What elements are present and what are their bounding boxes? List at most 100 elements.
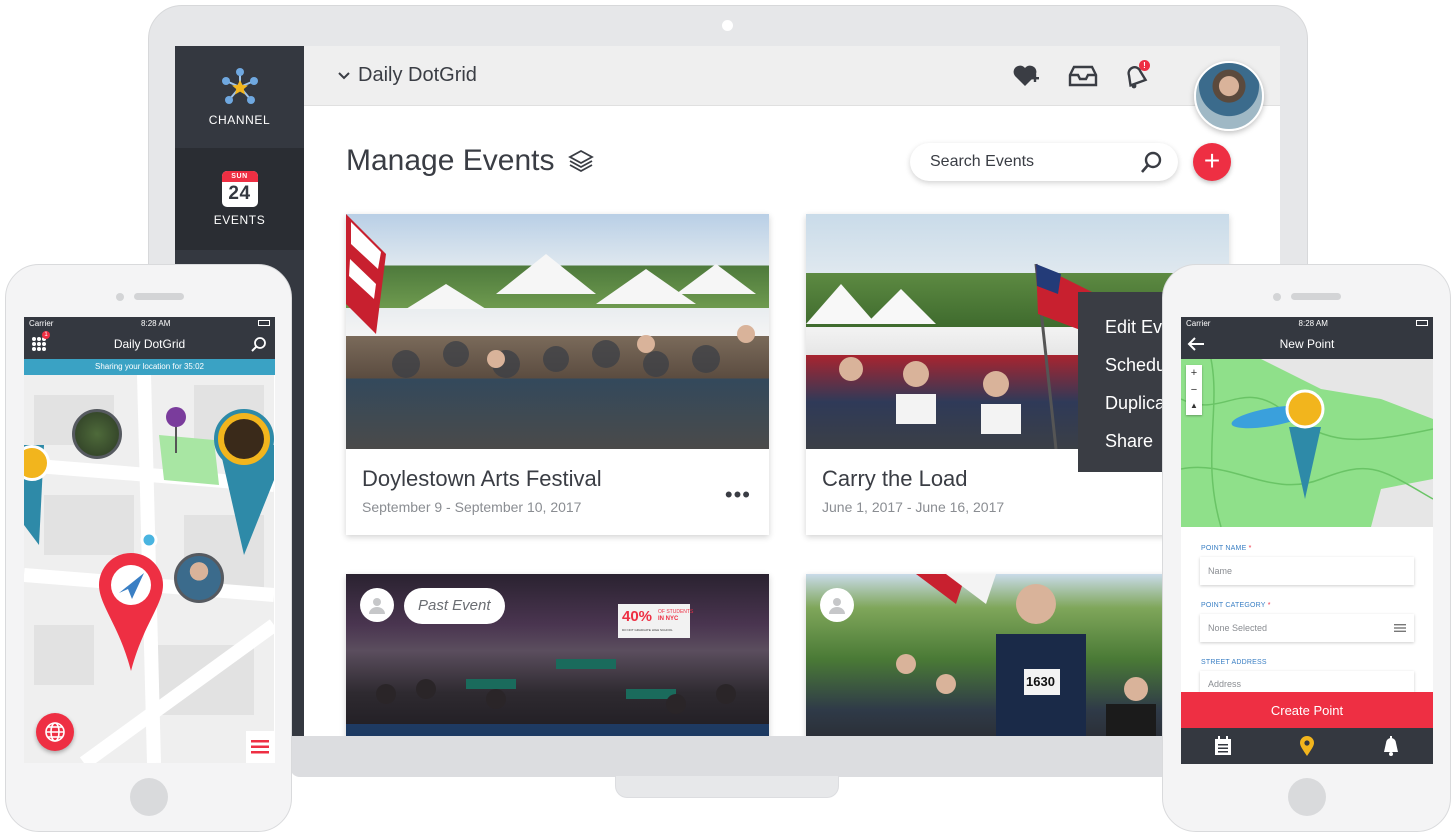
globe-icon bbox=[45, 722, 65, 742]
page-title-text: Manage Events bbox=[346, 144, 555, 177]
bunting-graphic bbox=[916, 574, 996, 604]
search-icon[interactable] bbox=[251, 336, 267, 352]
map-view[interactable] bbox=[24, 375, 274, 763]
event-title: Carry the Load bbox=[822, 466, 968, 491]
sidebar-item-channel[interactable]: CHANNEL bbox=[175, 46, 304, 148]
compass-icon[interactable]: ▲ bbox=[1186, 398, 1202, 414]
bell-icon[interactable] bbox=[1382, 736, 1400, 756]
zoom-controls: + − ▲ bbox=[1186, 365, 1202, 415]
carrier: Carrier bbox=[29, 318, 54, 328]
phone-home-button[interactable] bbox=[130, 778, 168, 816]
person-pin-marker[interactable] bbox=[174, 553, 224, 603]
channel-name: Daily DotGrid bbox=[358, 64, 477, 86]
more-options-icon[interactable]: ••• bbox=[725, 482, 751, 508]
banner-percent: 40% bbox=[622, 608, 653, 625]
user-icon bbox=[369, 598, 385, 614]
status-time: 8:28 AM bbox=[141, 318, 171, 328]
device-mockup: CHANNEL SUN 24 EVENTS Daily DotGrid ! Ma… bbox=[0, 0, 1455, 836]
back-arrow-icon[interactable] bbox=[1187, 337, 1205, 351]
zoom-in-button[interactable]: + bbox=[1186, 365, 1202, 382]
brewery-logo-icon bbox=[224, 419, 264, 459]
inbox-icon[interactable] bbox=[1067, 62, 1099, 90]
laptop-foot bbox=[615, 776, 839, 798]
status-time: 8:28 AM bbox=[1298, 318, 1328, 328]
calendar-date: 24 bbox=[228, 183, 251, 204]
street-address-placeholder: Address bbox=[1208, 679, 1242, 689]
banner-line1: OF STUDENTS bbox=[658, 609, 694, 615]
battery-icon bbox=[258, 320, 270, 326]
user-icon bbox=[829, 598, 845, 614]
flag-graphic bbox=[346, 214, 386, 334]
add-event-button[interactable]: + bbox=[1193, 143, 1231, 181]
banner-small: DO NOT GRADUATE HIGH SCHOOL bbox=[622, 628, 673, 632]
banner-graphic: 40% OF STUDENTS IN NYC DO NOT GRADUATE H… bbox=[620, 606, 694, 638]
sidebar-item-label: EVENTS bbox=[213, 213, 266, 227]
street-address-field[interactable]: Address bbox=[1200, 671, 1414, 692]
location-share-banner: Sharing your location for 35:02 bbox=[24, 359, 275, 375]
calendar-icon: SUN 24 bbox=[221, 171, 258, 207]
phone-speaker bbox=[134, 293, 184, 300]
menu-item-share[interactable]: Share bbox=[1105, 431, 1153, 452]
carrier: Carrier bbox=[1186, 318, 1211, 328]
host-avatar[interactable] bbox=[360, 588, 394, 622]
phone-right: Carrier 8:28 AM New Point + − ▲ POINT NA… bbox=[1162, 264, 1451, 832]
search-placeholder: Search Events bbox=[930, 153, 1035, 170]
event-photo-festival bbox=[346, 214, 769, 449]
event-title: Doylestown Arts Festival bbox=[362, 466, 602, 491]
event-dates: September 9 - September 10, 2017 bbox=[362, 499, 582, 515]
laptop-screen: CHANNEL SUN 24 EVENTS Daily DotGrid ! Ma… bbox=[175, 46, 1280, 736]
notification-badge: ! bbox=[1139, 60, 1150, 71]
hamburger-icon bbox=[251, 740, 269, 754]
chevron-down-icon bbox=[338, 69, 350, 83]
bell-icon[interactable]: ! bbox=[1120, 60, 1152, 90]
phone-right-screen: Carrier 8:28 AM New Point + − ▲ POINT NA… bbox=[1181, 317, 1433, 764]
page-title: Manage Events bbox=[346, 144, 595, 178]
user-avatar[interactable] bbox=[1194, 61, 1264, 131]
calendar-day: SUN bbox=[221, 171, 258, 182]
app-bar: 1 Daily DotGrid bbox=[24, 329, 275, 359]
battery-icon bbox=[1416, 320, 1428, 326]
street-address-label: STREET ADDRESS bbox=[1201, 659, 1267, 666]
point-category-select[interactable]: None Selected bbox=[1200, 614, 1414, 642]
menu-item-edit[interactable]: Edit Ev bbox=[1105, 317, 1162, 338]
laptop-camera bbox=[722, 20, 733, 31]
menu-item-duplicate[interactable]: Duplica bbox=[1105, 393, 1165, 414]
channel-selector[interactable]: Daily DotGrid bbox=[338, 64, 477, 87]
search-events-input[interactable]: Search Events bbox=[910, 143, 1178, 181]
brewery-pin-marker[interactable] bbox=[214, 409, 274, 469]
sidebar-item-events[interactable]: SUN 24 EVENTS bbox=[175, 148, 304, 250]
location-pin-icon[interactable] bbox=[1299, 736, 1315, 756]
sidebar-item-label: CHANNEL bbox=[208, 113, 271, 127]
status-bar: Carrier 8:28 AM bbox=[1181, 317, 1433, 329]
point-name-field[interactable]: Name bbox=[1200, 557, 1414, 585]
bottom-tab-bar bbox=[1181, 728, 1433, 764]
event-card[interactable]: 40% OF STUDENTS IN NYC DO NOT GRADUATE H… bbox=[346, 574, 769, 736]
host-avatar[interactable] bbox=[820, 588, 854, 622]
event-card[interactable]: Doylestown Arts Festival September 9 - S… bbox=[346, 214, 769, 535]
layers-icon[interactable] bbox=[568, 148, 595, 174]
point-category-value: None Selected bbox=[1208, 623, 1268, 633]
app-title: New Point bbox=[1279, 337, 1335, 351]
status-bar: Carrier 8:28 AM bbox=[24, 317, 275, 329]
phone-left: Carrier 8:28 AM 1 Daily DotGrid Sharing … bbox=[5, 264, 292, 832]
phone-home-button[interactable] bbox=[1288, 778, 1326, 816]
point-category-label: POINT CATEGORY * bbox=[1201, 602, 1271, 609]
race-bib: 1630 bbox=[1026, 674, 1055, 689]
event-dates: June 1, 2017 - June 16, 2017 bbox=[822, 499, 1005, 515]
create-point-button[interactable]: Create Point bbox=[1181, 692, 1433, 728]
search-icon[interactable] bbox=[1140, 150, 1164, 174]
phone-speaker bbox=[1291, 293, 1341, 300]
point-name-placeholder: Name bbox=[1208, 566, 1233, 576]
app-title: Daily DotGrid bbox=[113, 337, 186, 351]
zoom-out-button[interactable]: − bbox=[1186, 382, 1202, 398]
globe-button[interactable] bbox=[36, 713, 74, 751]
calendar-list-icon[interactable] bbox=[1214, 736, 1232, 756]
map-view[interactable]: + − ▲ bbox=[1181, 359, 1433, 527]
past-event-badge: Past Event bbox=[404, 588, 505, 624]
photo-pin-marker[interactable] bbox=[72, 409, 122, 459]
menu-button[interactable] bbox=[246, 731, 274, 763]
heart-add-icon[interactable] bbox=[1010, 62, 1042, 90]
app-bar: New Point bbox=[1181, 329, 1433, 359]
apps-grid-icon[interactable] bbox=[32, 337, 46, 351]
menu-item-schedule[interactable]: Schedu bbox=[1105, 355, 1166, 376]
